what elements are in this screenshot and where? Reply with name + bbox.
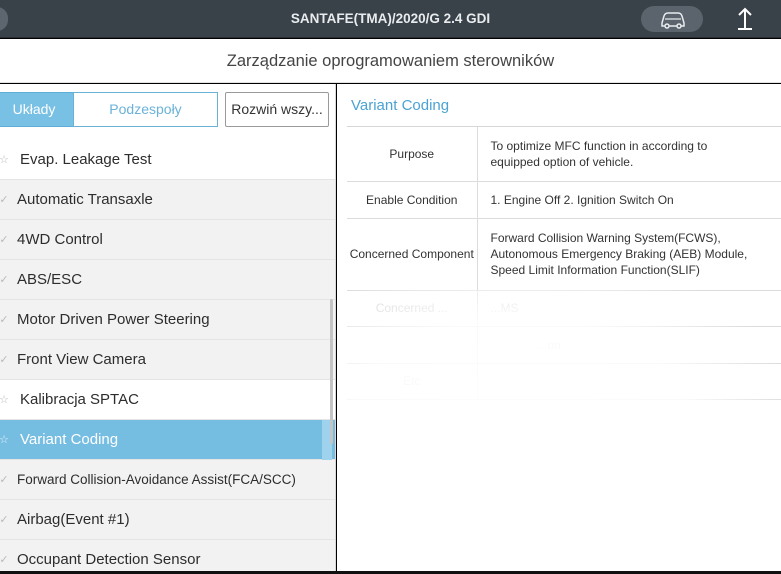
value-line: equipped option of vehicle. <box>490 154 634 169</box>
list-item-label: Occupant Detection Sensor <box>17 551 201 568</box>
row-value: ...MS <box>477 290 781 327</box>
top-bar: SANTAFE(TMA)/2020/G 2.4 GDI <box>0 0 781 38</box>
list-item[interactable]: ☆ Kalibracja SPTAC <box>0 380 335 420</box>
table-row: Concerned Component Forward Collision Wa… <box>347 218 781 291</box>
tab-systems[interactable]: Układy <box>0 92 74 127</box>
car-icon <box>661 12 685 29</box>
vehicle-button[interactable] <box>641 6 703 32</box>
row-value <box>477 363 781 400</box>
arrow-up-icon <box>738 7 752 30</box>
list-item[interactable]: ✓ ABS/ESC <box>0 260 335 300</box>
list-item[interactable]: ✓ Automatic Transaxle <box>0 180 335 220</box>
list-item-label: 4WD Control <box>17 231 103 248</box>
row-value: 1. Engine Off 2. Ignition Switch On <box>477 181 781 219</box>
value-line: 1. Engine Off 2. Ignition Switch On <box>490 192 674 207</box>
detail-table: Purpose To optimize MFC function in acco… <box>347 127 781 400</box>
row-key: Etc <box>347 363 478 400</box>
list-item[interactable]: ✓ Motor Driven Power Steering <box>0 300 335 340</box>
check-icon: ✓ <box>0 234 9 246</box>
check-icon: ✓ <box>0 274 9 286</box>
check-icon: ✓ <box>0 194 9 206</box>
table-row: Concerned ... ...MS <box>347 290 781 327</box>
list-item-selected[interactable]: ☆ Variant Coding <box>0 420 335 460</box>
row-value: Forward Collision Warning System(FCWS), … <box>477 218 781 291</box>
value-line: Autonomous Emergency Braking (AEB) Modul… <box>490 247 748 261</box>
list-scrollbar[interactable] <box>330 299 333 444</box>
table-row: Etc <box>347 363 781 400</box>
list-item[interactable]: ✓ Occupant Detection Sensor <box>0 540 335 574</box>
table-row: Enable Condition 1. Engine Off 2. Igniti… <box>347 181 781 219</box>
list-item-label: Evap. Leakage Test <box>20 151 152 168</box>
row-value: To optimize MFC function in according to… <box>477 127 781 182</box>
value-line: Speed Limit Information Function(SLIF) <box>490 263 700 277</box>
row-key: Concerned Component <box>347 218 478 291</box>
check-icon: ✓ <box>0 354 9 366</box>
list-item-label: ABS/ESC <box>17 271 83 288</box>
list-item-label: Front View Camera <box>17 351 146 368</box>
upload-button[interactable] <box>720 4 770 34</box>
list-item[interactable]: ✓ Forward Collision-Avoidance Assist(FCA… <box>0 460 335 500</box>
detail-title: Variant Coding <box>351 97 450 114</box>
list-item[interactable]: ☆ Evap. Leakage Test <box>0 140 335 180</box>
row-key <box>347 326 478 364</box>
list-item-label: Kalibracja SPTAC <box>20 391 139 408</box>
star-icon: ☆ <box>0 154 9 166</box>
expand-all-button[interactable]: Rozwiń wszy... <box>225 92 329 127</box>
table-row: ...on <box>347 326 781 364</box>
list-item-label: Airbag(Event #1) <box>17 511 130 528</box>
value-line: Forward Collision Warning System(FCWS), <box>490 231 721 245</box>
tab-components[interactable]: Podzespoły <box>73 92 218 127</box>
detail-panel: Variant Coding Purpose To optimize MFC f… <box>337 84 781 574</box>
star-icon: ☆ <box>0 434 9 446</box>
system-list: ☆ Evap. Leakage Test ✓ Automatic Transax… <box>0 140 335 574</box>
row-key: Concerned ... <box>347 290 478 327</box>
page-title: Zarządzanie oprogramowaniem sterowników <box>0 39 781 83</box>
table-row: Purpose To optimize MFC function in acco… <box>347 127 781 182</box>
list-item[interactable]: ✓ 4WD Control <box>0 220 335 260</box>
list-item[interactable]: ✓ Airbag(Event #1) <box>0 500 335 540</box>
left-panel: Układy Podzespoły Rozwiń wszy... ☆ Evap.… <box>0 84 336 574</box>
list-item[interactable]: ✓ Front View Camera <box>0 340 335 380</box>
list-item-label: Variant Coding <box>20 431 119 448</box>
value-line: To optimize MFC function in according to <box>490 138 708 153</box>
list-item-label: Motor Driven Power Steering <box>17 311 210 328</box>
check-icon: ✓ <box>0 554 9 566</box>
star-icon: ☆ <box>0 394 9 406</box>
list-item-label: Forward Collision-Avoidance Assist(FCA/S… <box>17 472 296 487</box>
row-value: ...on <box>477 326 781 364</box>
check-icon: ✓ <box>0 474 9 486</box>
check-icon: ✓ <box>0 314 9 326</box>
row-key: Enable Condition <box>347 181 478 219</box>
list-item-label: Automatic Transaxle <box>17 191 153 208</box>
row-key: Purpose <box>347 127 478 182</box>
check-icon: ✓ <box>0 514 9 526</box>
